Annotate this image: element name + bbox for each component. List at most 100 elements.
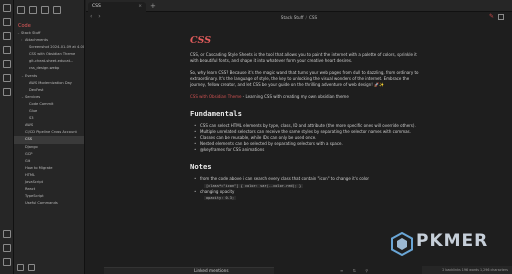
note-title: CSS <box>190 35 212 46</box>
list-item-text: changing opacity <box>200 188 235 194</box>
file-item[interactable]: How to Migrate <box>14 165 84 172</box>
tree-item-label: CSS <box>25 137 33 142</box>
tree-item-label: Stack Stuff <box>21 31 41 35</box>
linked-mentions-bar <box>104 267 274 274</box>
tree-item-label: HTML <box>25 172 36 177</box>
heading-notes: Notes <box>190 162 212 172</box>
left-ribbon <box>0 0 14 274</box>
help-icon[interactable] <box>28 263 35 271</box>
note-content[interactable]: CSS CSS, or Cascading Style Sheets is th… <box>190 24 422 267</box>
intro-paragraph: CSS, or Cascading Style Sheets is the to… <box>190 52 417 63</box>
tree-item-label: Attachments <box>25 38 48 43</box>
tree-item-label: JavaScript <box>25 179 44 184</box>
file-item[interactable]: Django <box>14 144 84 151</box>
tree-item-label: Screenshot 2024-01-09 at 4.00 <box>29 45 84 50</box>
file-explorer-toolbar <box>14 0 84 20</box>
file-item[interactable]: Glue <box>14 108 84 115</box>
folder-item[interactable]: ⌄Services <box>14 94 84 101</box>
list-item: from the code above i can search every c… <box>194 176 422 188</box>
tree-item-label: GCP <box>25 151 33 156</box>
link-suffix: - Learning CSS with creating my own obsi… <box>241 94 349 99</box>
file-item[interactable]: HTML <box>14 172 84 179</box>
note-header: ‹ › Stack Stuff / CSS ✎ <box>86 12 512 24</box>
linked-mentions-title[interactable]: Linked mentions <box>194 267 229 274</box>
tree-item-label: Useful Commands <box>25 201 58 206</box>
fundamentals-list: CSS can select HTML elements by type, cl… <box>190 123 422 154</box>
file-explorer-icon[interactable] <box>3 4 11 12</box>
status-bar: 2 backlinks 196 words 1,296 characters <box>422 266 512 274</box>
file-item[interactable]: CI/CD Pipeline Cross Account <box>14 129 84 136</box>
new-tab-icon[interactable]: + <box>150 2 156 11</box>
notes-list: from the code above i can search every c… <box>190 176 422 200</box>
tree-item-label: How to Migrate <box>25 165 53 170</box>
tree-item-label: Django <box>25 144 38 149</box>
heading-fundamentals: Fundamentals <box>190 109 242 118</box>
settings-icon[interactable] <box>3 258 11 266</box>
search-icon[interactable] <box>3 18 11 26</box>
slides-icon[interactable] <box>3 88 11 96</box>
help-icon[interactable] <box>3 244 11 252</box>
close-tab-icon[interactable]: × <box>138 2 142 12</box>
folder-item[interactable]: › Attachments <box>14 37 84 44</box>
tree-item-label: Git <box>25 158 31 163</box>
tab-css[interactable]: CSS × <box>88 2 146 12</box>
file-item[interactable]: DevFest <box>14 87 84 94</box>
internal-link-paragraph: CSS with Obsidian Theme - Learning CSS w… <box>190 94 422 100</box>
list-item: changing opacityopacity: 0.3; <box>194 188 422 201</box>
file-item[interactable]: GCP <box>14 151 84 158</box>
edit-mode-icon[interactable]: ✎ <box>489 13 494 20</box>
sort-icon[interactable] <box>41 6 49 14</box>
file-item[interactable]: JavaScript <box>14 179 84 186</box>
tree-item-label: Code Commit <box>29 101 54 106</box>
sidebar-bottom-bar <box>14 260 84 274</box>
tab-title: CSS <box>92 4 101 9</box>
file-item[interactable]: Code Commit <box>14 101 84 108</box>
file-item[interactable]: css_design.webp <box>14 65 84 72</box>
tree-item-label: Services <box>25 94 41 99</box>
tree-item-label: S3 <box>29 116 34 121</box>
linked-mentions-icons[interactable]: ≡ ⇅ ⚲ <box>340 268 372 273</box>
vault-switcher-icon[interactable] <box>3 230 11 238</box>
why-paragraph: So, why learn CSS? Because it's the magi… <box>190 70 419 87</box>
file-item[interactable]: Git <box>14 158 84 165</box>
breadcrumb: Stack Stuff / CSS <box>86 15 512 20</box>
graph-view-icon[interactable] <box>3 32 11 40</box>
vault-name[interactable]: Code <box>14 20 84 30</box>
file-item[interactable]: CSS with Obsidian Theme <box>14 51 84 58</box>
tree-item-label: CSS with Obsidian Theme <box>29 52 76 57</box>
list-item: @keyframes for CSS animations <box>194 147 422 153</box>
pkmer-logo-text: PKMER <box>416 231 489 251</box>
tree-item-label: CI/CD Pipeline Cross Account <box>25 130 77 135</box>
breadcrumb-note[interactable]: CSS <box>309 15 317 20</box>
collapse-all-icon[interactable] <box>53 6 61 14</box>
file-item[interactable]: S3 <box>14 115 84 122</box>
more-options-icon[interactable] <box>498 14 504 20</box>
file-item[interactable]: React <box>14 186 84 193</box>
file-item[interactable]: Screenshot 2024-01-09 at 4.00 <box>14 44 84 51</box>
tree-item-label: Events <box>25 73 38 78</box>
pkmer-logo: PKMER <box>390 229 510 259</box>
tree-item-label: TypeScript <box>25 194 44 199</box>
file-item[interactable]: AWS <box>14 122 84 129</box>
file-explorer-sidebar: Code ⌄Stack Stuff › Attachments Screenshot … <box>14 0 85 274</box>
file-item[interactable]: AWS Modernization Day <box>14 80 84 87</box>
internal-link[interactable]: CSS with Obsidian Theme <box>190 94 242 99</box>
breadcrumb-folder[interactable]: Stack Stuff <box>281 15 304 20</box>
new-folder-icon[interactable] <box>29 6 37 14</box>
folder-item[interactable]: ⌄Stack Stuff <box>14 30 84 37</box>
file-item[interactable]: git-cheat-sheet-educat... <box>14 58 84 65</box>
file-item[interactable]: CSS <box>14 136 84 144</box>
pkmer-logo-icon <box>391 232 413 256</box>
new-note-icon[interactable] <box>17 6 25 14</box>
command-palette-icon[interactable] <box>3 74 11 82</box>
file-tree: ⌄Stack Stuff › Attachments Screenshot 2024-… <box>14 30 84 207</box>
tree-item-label: css_design.webp <box>29 66 60 71</box>
folder-item[interactable]: ⌄Events <box>14 73 84 80</box>
vault-icon[interactable] <box>17 263 24 271</box>
file-item[interactable]: TypeScript <box>14 193 84 200</box>
templates-icon[interactable] <box>3 60 11 68</box>
tree-item-label: AWS Modernization Day <box>29 80 72 85</box>
inline-code: [class*="icon"] { color: var(--color-red… <box>204 183 304 188</box>
file-item[interactable]: Useful Commands <box>14 200 84 207</box>
calendar-icon[interactable] <box>3 46 11 54</box>
